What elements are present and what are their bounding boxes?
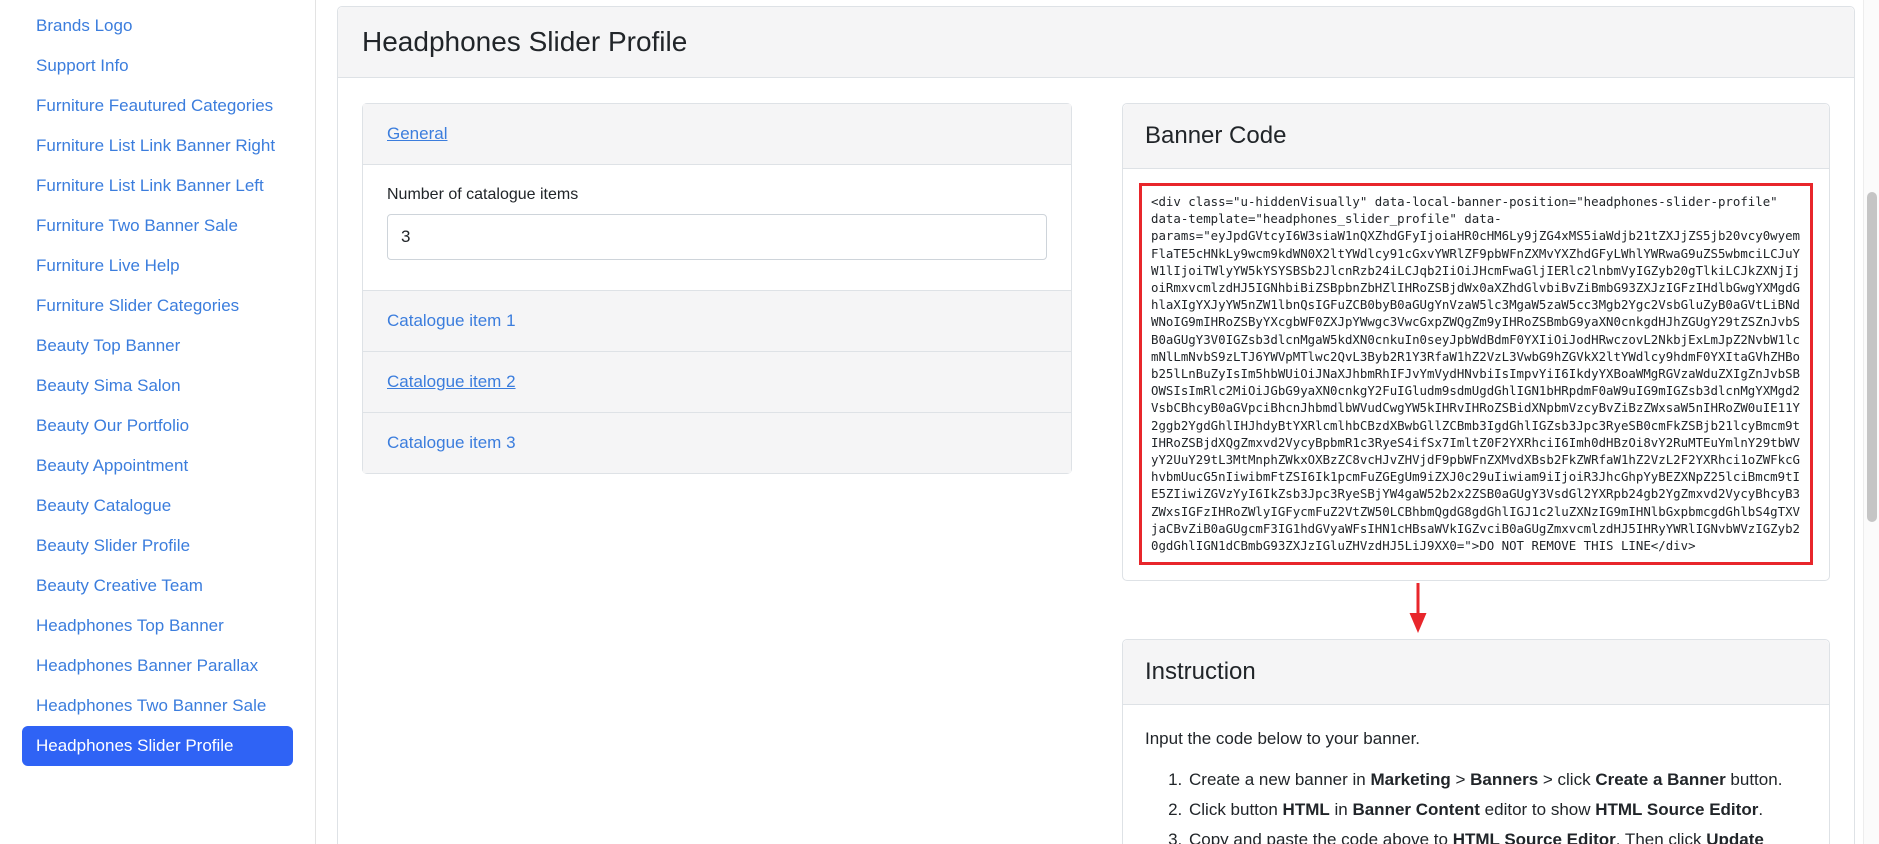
- sidebar-item-headphones-top-banner[interactable]: Headphones Top Banner: [22, 606, 293, 646]
- banner-column: Banner Code <div class="u-hiddenVisually…: [1097, 103, 1830, 844]
- page-card: Headphones Slider Profile General Number…: [337, 6, 1855, 844]
- accordion-header-item-1[interactable]: Catalogue item 1: [363, 291, 1071, 351]
- sidebar-nav: Brands Logo Support Info Furniture Feautur…: [0, 0, 316, 844]
- accordion-link-item-2[interactable]: Catalogue item 2: [387, 372, 516, 391]
- sidebar-item-headphones-two-banner-sale[interactable]: Headphones Two Banner Sale: [22, 686, 293, 726]
- page-card-body: General Number of catalogue items Catalo…: [338, 78, 1854, 844]
- accordion-section-item-2: Catalogue item 2: [362, 352, 1072, 413]
- sidebar-item-beauty-catalogue[interactable]: Beauty Catalogue: [22, 486, 293, 526]
- accordion-body-general: Number of catalogue items: [363, 164, 1071, 290]
- accordion-header-general[interactable]: General: [363, 104, 1071, 164]
- accordion-section-general: General Number of catalogue items: [362, 103, 1072, 291]
- accordion-header-item-2[interactable]: Catalogue item 2: [363, 352, 1071, 412]
- sidebar-item-headphones-slider-profile[interactable]: Headphones Slider Profile: [22, 726, 293, 766]
- sidebar-item-beauty-our-portfolio[interactable]: Beauty Our Portfolio: [22, 406, 293, 446]
- catalogue-items-label: Number of catalogue items: [387, 186, 579, 203]
- instruction-step-2: Click button HTML in Banner Content edit…: [1187, 795, 1807, 825]
- down-arrow-icon: [1409, 583, 1427, 634]
- settings-accordion: General Number of catalogue items Catalo…: [362, 103, 1072, 474]
- accordion-link-item-1[interactable]: Catalogue item 1: [387, 311, 516, 330]
- sidebar-item-brands-logo[interactable]: Brands Logo: [22, 6, 293, 46]
- sidebar-item-beauty-top-banner[interactable]: Beauty Top Banner: [22, 326, 293, 366]
- page-scrollbar[interactable]: [1863, 0, 1879, 844]
- sidebar-item-furniture-feautured-categories[interactable]: Furniture Feautured Categories: [22, 86, 293, 126]
- page-scrollbar-thumb[interactable]: [1867, 192, 1877, 522]
- instruction-steps: Create a new banner in Marketing > Banne…: [1145, 765, 1807, 844]
- accordion-section-item-3: Catalogue item 3: [362, 413, 1072, 474]
- instruction-header: Instruction: [1123, 640, 1829, 706]
- banner-code-body: <div class="u-hiddenVisually" data-local…: [1123, 169, 1829, 580]
- accordion-section-item-1: Catalogue item 1: [362, 291, 1072, 352]
- page-title: Headphones Slider Profile: [362, 26, 688, 57]
- banner-code-header: Banner Code: [1123, 104, 1829, 169]
- sidebar-item-support-info[interactable]: Support Info: [22, 46, 293, 86]
- catalogue-items-input[interactable]: [387, 214, 1047, 260]
- instruction-card: Instruction Input the code below to your…: [1122, 639, 1830, 844]
- instruction-intro: Input the code below to your banner.: [1145, 729, 1421, 749]
- sidebar-item-headphones-banner-parallax[interactable]: Headphones Banner Parallax: [22, 646, 293, 686]
- banner-code-title: Banner Code: [1145, 122, 1287, 149]
- banner-code-snippet[interactable]: <div class="u-hiddenVisually" data-local…: [1139, 183, 1813, 566]
- instruction-title: Instruction: [1145, 658, 1256, 686]
- accordion-link-general[interactable]: General: [387, 124, 447, 143]
- sidebar-item-beauty-sima-salon[interactable]: Beauty Sima Salon: [22, 366, 293, 406]
- sidebar-item-furniture-two-banner-sale[interactable]: Furniture Two Banner Sale: [22, 206, 293, 246]
- page-card-header: Headphones Slider Profile: [338, 7, 1854, 78]
- accordion-header-item-3[interactable]: Catalogue item 3: [363, 413, 1071, 473]
- sidebar-item-beauty-slider-profile[interactable]: Beauty Slider Profile: [22, 526, 293, 566]
- app-root: Brands Logo Support Info Furniture Feautur…: [0, 0, 1879, 844]
- instruction-step-1: Create a new banner in Marketing > Banne…: [1187, 765, 1807, 795]
- sidebar-item-beauty-creative-team[interactable]: Beauty Creative Team: [22, 566, 293, 606]
- arrow-region: [1122, 581, 1830, 639]
- sidebar-item-furniture-list-link-banner-right[interactable]: Furniture List Link Banner Right: [22, 126, 293, 166]
- sidebar-item-furniture-slider-categories[interactable]: Furniture Slider Categories: [22, 286, 293, 326]
- instruction-body: Input the code below to your banner. Cre…: [1123, 705, 1829, 844]
- sidebar-item-furniture-list-link-banner-left[interactable]: Furniture List Link Banner Left: [22, 166, 293, 206]
- settings-column: General Number of catalogue items Catalo…: [362, 103, 1097, 844]
- main-content: Headphones Slider Profile General Number…: [316, 0, 1879, 844]
- banner-code-card: Banner Code <div class="u-hiddenVisually…: [1122, 103, 1830, 582]
- sidebar-item-furniture-live-help[interactable]: Furniture Live Help: [22, 246, 293, 286]
- instruction-step-3: Copy and paste the code above to HTML So…: [1187, 825, 1807, 844]
- sidebar-item-beauty-appointment[interactable]: Beauty Appointment: [22, 446, 293, 486]
- accordion-link-item-3[interactable]: Catalogue item 3: [387, 433, 516, 452]
